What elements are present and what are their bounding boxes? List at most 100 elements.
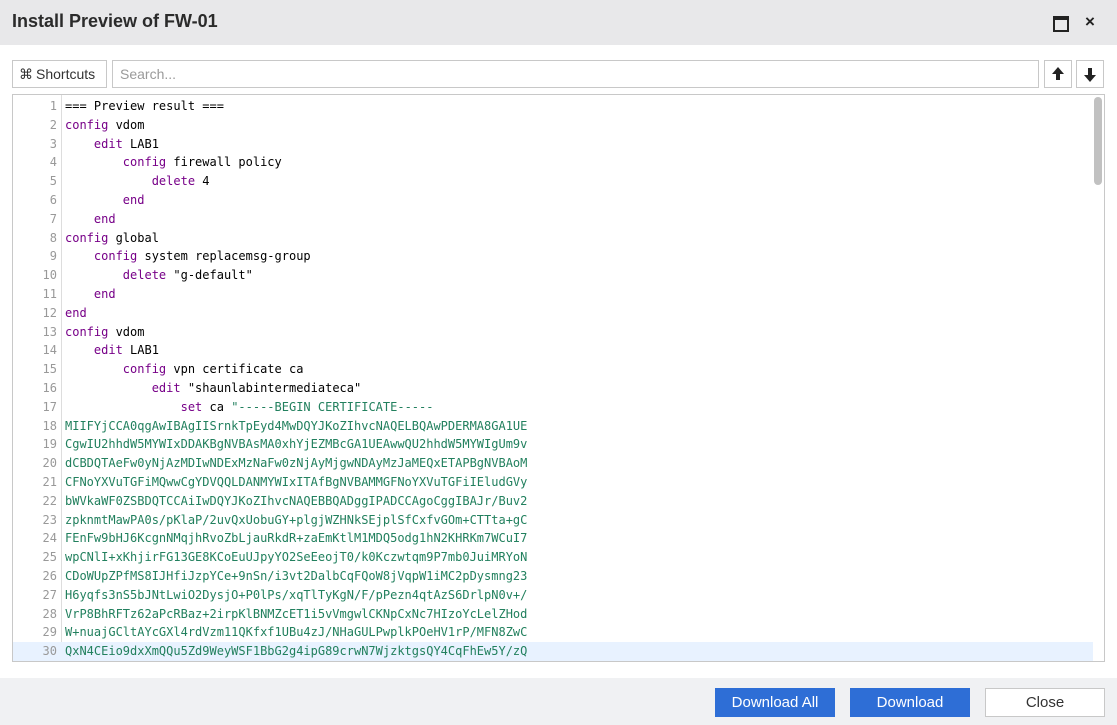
line-number: 28: [42, 606, 57, 621]
code-line: 24 FEnFw9bHJ6KcgnNMqjhRvoZbLjauRkdR+zaEmK…: [13, 529, 1093, 548]
line-number: 5: [49, 174, 57, 189]
shortcuts-label: Shortcuts: [36, 66, 96, 82]
line-number: 2: [49, 117, 57, 132]
code-text: set ca "-----BEGIN CERTIFICATE-----: [180, 399, 434, 414]
next-match-button[interactable]: [1076, 60, 1104, 88]
code-text: === Preview result ===: [65, 99, 224, 113]
line-number: 18: [42, 418, 57, 433]
code-line: 9 config system replacemsg-group: [13, 247, 1093, 266]
line-number: 29: [42, 625, 57, 640]
code-text: delete "g-default": [122, 268, 253, 283]
code-text: config global: [65, 230, 159, 245]
line-number: 30: [42, 644, 57, 659]
code-line: 8 config global: [13, 229, 1093, 248]
line-number: 4: [49, 155, 57, 170]
code-text: end: [93, 211, 116, 226]
line-number: 27: [42, 587, 57, 602]
code-line: 19 CgwIU2hhdW5MYWIxDDAKBgNVBAsMA0xhYjEZMB…: [13, 435, 1093, 454]
line-number: 9: [49, 249, 57, 264]
line-number: 19: [42, 437, 57, 452]
code-line: 14 edit LAB1: [13, 341, 1093, 360]
code-line: 30 QxN4CEio9dxXmQQu5Zd9WeyWSF1BbG2g4ipG89…: [13, 642, 1093, 661]
line-number: 15: [42, 362, 57, 377]
maximize-icon[interactable]: [1051, 13, 1069, 32]
code-text: end: [65, 305, 87, 320]
code-text: end: [93, 286, 116, 301]
code-line: 6 end: [13, 191, 1093, 210]
arrow-down-icon: [1084, 75, 1096, 82]
line-number: 13: [42, 324, 57, 339]
code-text: MIIFYjCCA0qgAwIBAgIISrnkTpEyd4MwDQYJKoZI…: [65, 418, 528, 433]
download-all-button[interactable]: Download All: [715, 688, 835, 717]
line-number: 1: [49, 99, 57, 113]
preview-code-editor[interactable]: 1 === Preview result === 2 config vdom 3 edi…: [12, 94, 1105, 662]
code-line: 5 delete 4: [13, 172, 1093, 191]
code-text: bWVkaWF0ZSBDQTCCAiIwDQYJKoZIhvcNAQEBBQAD…: [65, 493, 528, 508]
code-line: 26 CDoWUpZPfMS8IJHfiJzpYCe+9nSn/i3vt2Dalb…: [13, 567, 1093, 586]
code-text: edit LAB1: [93, 343, 159, 358]
code-text: QxN4CEio9dxXmQQu5Zd9WeyWSF1BbG2g4ipG89cr…: [65, 644, 528, 659]
previous-match-button[interactable]: [1044, 60, 1072, 88]
line-number: 3: [49, 136, 57, 151]
code-line: 21 CFNoYXVuTGFiMQwwCgYDVQQLDANMYWIxITAfBg…: [13, 473, 1093, 492]
download-button[interactable]: Download: [850, 688, 970, 717]
code-line: 12 end: [13, 304, 1093, 323]
dialog-title: Install Preview of FW-01: [12, 11, 218, 31]
code-line: 1 === Preview result ===: [13, 97, 1093, 116]
code-text: edit LAB1: [93, 136, 159, 151]
code-line: 3 edit LAB1: [13, 135, 1093, 154]
code-text: config vdom: [65, 324, 145, 339]
editor-scrollbar[interactable]: [1094, 97, 1102, 185]
line-number: 7: [49, 211, 57, 226]
code-text: zpknmtMawPA0s/pKlaP/2uvQxUobuGY+plgjWZHN…: [65, 512, 528, 527]
code-line: 15 config vpn certificate ca: [13, 360, 1093, 379]
shortcuts-icon: ⌘: [19, 65, 33, 82]
search-input[interactable]: [112, 60, 1039, 88]
code-line: 16 edit "shaunlabintermediateca": [13, 379, 1093, 398]
close-button[interactable]: Close: [985, 688, 1105, 717]
line-number: 11: [42, 286, 57, 301]
code-text: dCBDQTAeFw0yNjAzMDIwNDExMzNaFw0zNjAyMjgw…: [65, 456, 528, 471]
shortcuts-button[interactable]: ⌘ Shortcuts: [12, 60, 107, 88]
code-text: wpCNlI+xKhjirFG13GE8KCoEuUJpyYO2SeEeojT0…: [65, 550, 528, 565]
code-text: CDoWUpZPfMS8IJHfiJzpYCe+9nSn/i3vt2DalbCq…: [65, 568, 528, 583]
line-number: 21: [42, 474, 57, 489]
code-line: 20 dCBDQTAeFw0yNjAzMDIwNDExMzNaFw0zNjAyMj…: [13, 454, 1093, 473]
line-number: 6: [49, 192, 57, 207]
code-text: config vdom: [65, 117, 145, 132]
code-text: config system replacemsg-group: [93, 249, 311, 264]
line-number: 12: [42, 305, 57, 320]
line-number: 14: [42, 343, 57, 358]
code-text: config firewall policy: [122, 155, 282, 170]
line-number: 22: [42, 493, 57, 508]
line-number: 26: [42, 568, 57, 583]
code-line: 28 VrP8BhRFTz62aPcRBaz+2irpKlBNMZcET1i5vV…: [13, 605, 1093, 624]
code-line: 2 config vdom: [13, 116, 1093, 135]
code-text: CFNoYXVuTGFiMQwwCgYDVQQLDANMYWIxITAfBgNV…: [65, 474, 528, 489]
code-line: 4 config firewall policy: [13, 153, 1093, 172]
line-number: 10: [42, 268, 57, 283]
code-line: 27 H6yqfs3nS5bJNtLwiO2DysjO+P0lPs/xqTlTyK…: [13, 586, 1093, 605]
code-text: VrP8BhRFTz62aPcRBaz+2irpKlBNMZcET1i5vVmg…: [65, 606, 528, 621]
code-line: 11 end: [13, 285, 1093, 304]
dialog-titlebar: Install Preview of FW-01 ×: [0, 0, 1117, 45]
line-number: 24: [42, 531, 57, 546]
close-icon[interactable]: ×: [1081, 13, 1099, 31]
code-text: FEnFw9bHJ6KcgnNMqjhRvoZbLjauRkdR+zaEmKtl…: [65, 531, 528, 546]
line-number: 25: [42, 550, 57, 565]
code-text: config vpn certificate ca: [122, 362, 304, 377]
line-number: 17: [42, 399, 57, 414]
code-line: 18 MIIFYjCCA0qgAwIBAgIISrnkTpEyd4MwDQYJKo…: [13, 417, 1093, 436]
code-line: 29 W+nuajGCltAYcGXl4rdVzm11QKfxf1UBu4zJ/N…: [13, 623, 1093, 642]
line-number: 16: [42, 380, 57, 395]
code-lines: 1 === Preview result === 2 config vdom 3 edi…: [13, 97, 1093, 661]
code-text: W+nuajGCltAYcGXl4rdVzm11QKfxf1UBu4zJ/NHa…: [65, 625, 528, 640]
line-number: 8: [49, 230, 57, 245]
line-number: 20: [42, 456, 57, 471]
line-number: 23: [42, 512, 57, 527]
code-line: 17 set ca "-----BEGIN CERTIFICATE-----: [13, 398, 1093, 417]
code-text: end: [122, 192, 145, 207]
dialog-footer: Download All Download Close: [0, 678, 1117, 725]
code-line: 7 end: [13, 210, 1093, 229]
code-line: 10 delete "g-default": [13, 266, 1093, 285]
